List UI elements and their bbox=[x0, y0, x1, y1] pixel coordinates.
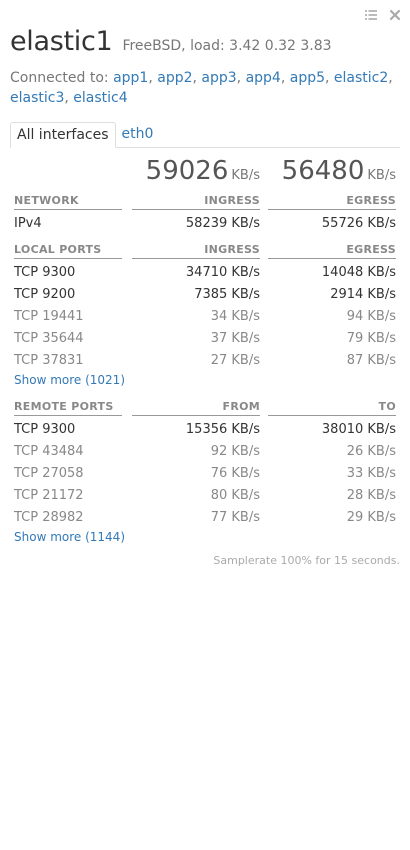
port-to: 33 KB/s bbox=[346, 466, 396, 481]
host-link-app1[interactable]: app1 bbox=[113, 70, 148, 86]
local-ports-section: LOCAL PORTS INGRESS EGRESS TCP 9300 3471… bbox=[14, 243, 396, 387]
table-row: TCP 19441 34 KB/s 94 KB/s bbox=[14, 305, 396, 327]
table-row: TCP 21172 80 KB/s 28 KB/s bbox=[14, 484, 396, 506]
network-col-name: NETWORK bbox=[14, 194, 122, 210]
port-egress: 79 KB/s bbox=[346, 331, 396, 346]
connected-hosts: Connected to: app1, app2, app3, app4, ap… bbox=[10, 70, 393, 106]
remote-ports-section: REMOTE PORTS FROM TO TCP 9300 15356 KB/s… bbox=[14, 400, 396, 544]
network-egress: 55726 KB/s bbox=[321, 216, 396, 231]
traffic-totals: 59026 KB/s 56480 KB/s bbox=[10, 156, 400, 188]
network-row: IPv4 58239 KB/s 55726 KB/s bbox=[14, 212, 396, 234]
system-info: FreeBSD, load: 3.42 0.32 3.83 bbox=[122, 38, 332, 54]
port-name: TCP 9300 bbox=[14, 265, 76, 280]
remote-ports-col-to: TO bbox=[268, 400, 396, 416]
host-link-app4[interactable]: app4 bbox=[246, 70, 281, 86]
port-name: TCP 28982 bbox=[14, 510, 84, 525]
total-ingress-unit: KB/s bbox=[231, 168, 260, 183]
host-link-elastic2[interactable]: elastic2 bbox=[334, 70, 388, 86]
network-header: NETWORK INGRESS EGRESS bbox=[14, 194, 396, 212]
table-row: TCP 9200 7385 KB/s 2914 KB/s bbox=[14, 283, 396, 305]
port-name: TCP 9300 bbox=[14, 422, 76, 437]
window-controls bbox=[364, 8, 402, 22]
network-col-ingress: INGRESS bbox=[132, 194, 260, 210]
port-egress: 94 KB/s bbox=[346, 309, 396, 324]
port-name: TCP 9200 bbox=[14, 287, 76, 302]
total-egress-value: 56480 bbox=[281, 156, 365, 186]
tab-eth0[interactable]: eth0 bbox=[116, 122, 160, 148]
port-to: 29 KB/s bbox=[346, 510, 396, 525]
table-row: TCP 37831 27 KB/s 87 KB/s bbox=[14, 349, 396, 371]
remote-ports-show-more-link[interactable]: Show more (1144) bbox=[14, 530, 396, 544]
table-row: TCP 9300 15356 KB/s 38010 KB/s bbox=[14, 418, 396, 440]
port-from: 77 KB/s bbox=[210, 510, 260, 525]
network-col-egress: EGRESS bbox=[268, 194, 396, 210]
host-link-app3[interactable]: app3 bbox=[201, 70, 236, 86]
connected-label: Connected to: bbox=[10, 70, 109, 86]
table-row: TCP 27058 76 KB/s 33 KB/s bbox=[14, 462, 396, 484]
remote-ports-col-from: FROM bbox=[132, 400, 260, 416]
host-link-elastic3[interactable]: elastic3 bbox=[10, 90, 64, 106]
tab-all-interfaces[interactable]: All interfaces bbox=[10, 122, 116, 148]
samplerate-footer: Samplerate 100% for 15 seconds. bbox=[213, 554, 400, 567]
port-from: 92 KB/s bbox=[210, 444, 260, 459]
hostname-title: elastic1 bbox=[10, 26, 113, 57]
port-ingress: 37 KB/s bbox=[210, 331, 260, 346]
network-section: NETWORK INGRESS EGRESS IPv4 58239 KB/s 5… bbox=[14, 194, 396, 234]
port-ingress: 34710 KB/s bbox=[185, 265, 260, 280]
port-to: 38010 KB/s bbox=[321, 422, 396, 437]
port-to: 26 KB/s bbox=[346, 444, 396, 459]
table-row: TCP 28982 77 KB/s 29 KB/s bbox=[14, 506, 396, 528]
port-ingress: 34 KB/s bbox=[210, 309, 260, 324]
table-row: TCP 35644 37 KB/s 79 KB/s bbox=[14, 327, 396, 349]
remote-ports-col-name: REMOTE PORTS bbox=[14, 400, 122, 416]
total-egress-unit: KB/s bbox=[367, 168, 396, 183]
close-icon[interactable] bbox=[388, 8, 402, 22]
port-to: 28 KB/s bbox=[346, 488, 396, 503]
network-name: IPv4 bbox=[14, 216, 42, 231]
local-ports-header: LOCAL PORTS INGRESS EGRESS bbox=[14, 243, 396, 261]
port-name: TCP 27058 bbox=[14, 466, 84, 481]
port-from: 15356 KB/s bbox=[185, 422, 260, 437]
host-link-app2[interactable]: app2 bbox=[157, 70, 192, 86]
total-ingress-value: 59026 bbox=[145, 156, 229, 186]
total-egress: 56480 KB/s bbox=[282, 156, 396, 186]
port-ingress: 7385 KB/s bbox=[194, 287, 260, 302]
port-egress: 14048 KB/s bbox=[321, 265, 396, 280]
host-link-app5[interactable]: app5 bbox=[290, 70, 325, 86]
local-ports-col-egress: EGRESS bbox=[268, 243, 396, 259]
total-ingress: 59026 KB/s bbox=[146, 156, 260, 186]
remote-ports-header: REMOTE PORTS FROM TO bbox=[14, 400, 396, 418]
port-egress: 2914 KB/s bbox=[330, 287, 396, 302]
list-icon[interactable] bbox=[364, 8, 378, 22]
port-egress: 87 KB/s bbox=[346, 353, 396, 368]
port-from: 76 KB/s bbox=[210, 466, 260, 481]
local-ports-col-ingress: INGRESS bbox=[132, 243, 260, 259]
host-header: elastic1 FreeBSD, load: 3.42 0.32 3.83 bbox=[10, 26, 332, 57]
host-link-elastic4[interactable]: elastic4 bbox=[73, 90, 127, 106]
local-ports-col-name: LOCAL PORTS bbox=[14, 243, 122, 259]
network-ingress: 58239 KB/s bbox=[185, 216, 260, 231]
port-name: TCP 35644 bbox=[14, 331, 84, 346]
port-ingress: 27 KB/s bbox=[210, 353, 260, 368]
port-name: TCP 43484 bbox=[14, 444, 84, 459]
port-name: TCP 21172 bbox=[14, 488, 84, 503]
port-name: TCP 37831 bbox=[14, 353, 84, 368]
table-row: TCP 9300 34710 KB/s 14048 KB/s bbox=[14, 261, 396, 283]
port-name: TCP 19441 bbox=[14, 309, 84, 324]
local-ports-show-more-link[interactable]: Show more (1021) bbox=[14, 373, 396, 387]
port-from: 80 KB/s bbox=[210, 488, 260, 503]
interface-tabs: All interfaces eth0 bbox=[10, 122, 400, 148]
table-row: TCP 43484 92 KB/s 26 KB/s bbox=[14, 440, 396, 462]
